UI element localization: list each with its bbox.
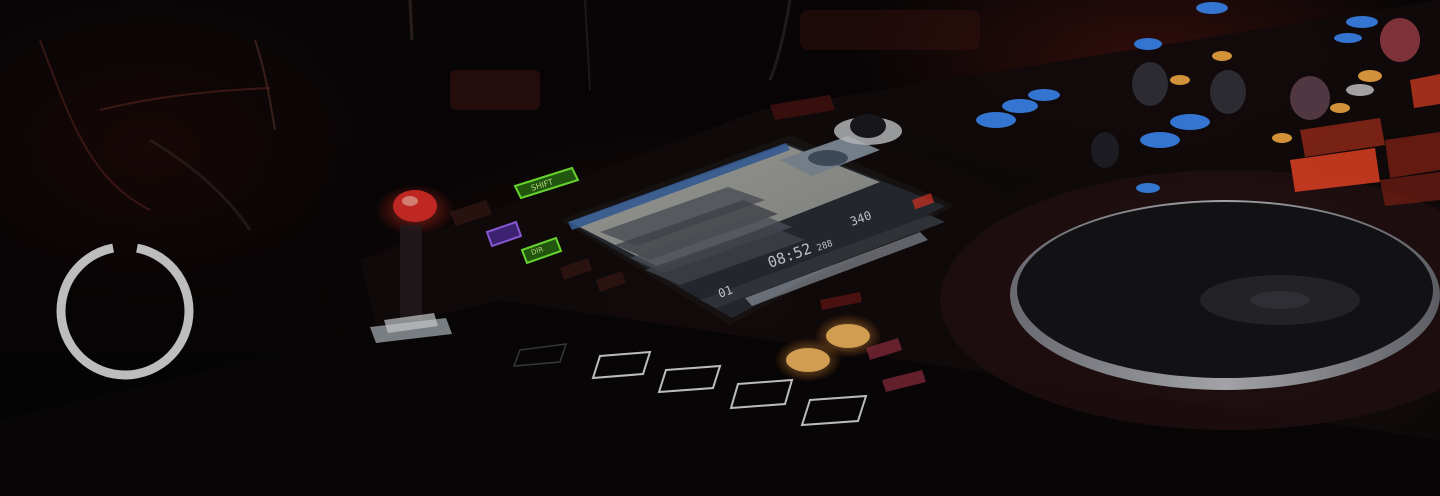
hero-banner: 08:52 288 340 01 SHIFT DIR (0, 0, 1440, 496)
loading-spinner (56, 242, 194, 380)
loading-arc (56, 242, 194, 380)
dj-controller-photo: 08:52 288 340 01 SHIFT DIR (0, 0, 1440, 496)
